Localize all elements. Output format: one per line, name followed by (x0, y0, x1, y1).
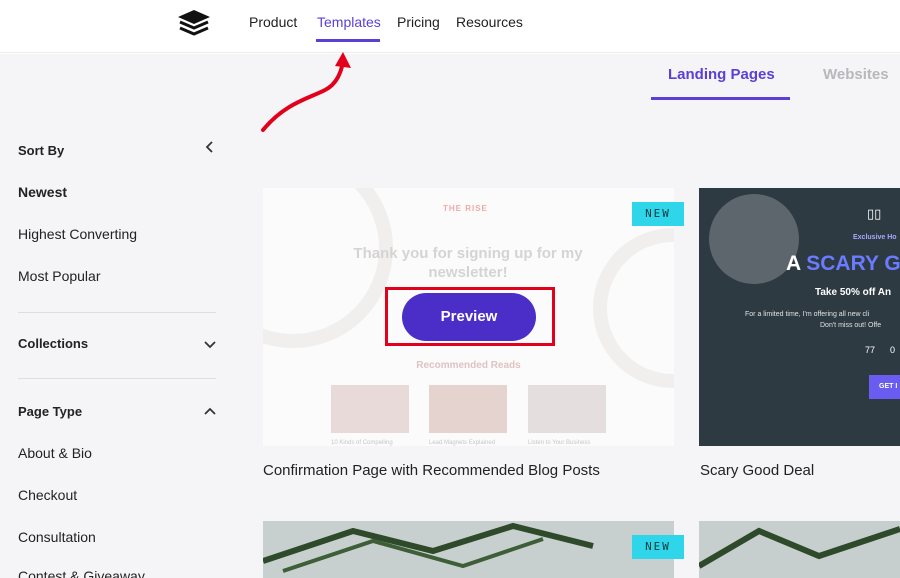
recommended-reads-label: Recommended Reads (416, 360, 521, 371)
chevron-up-icon[interactable] (203, 404, 217, 418)
sidebar-divider (18, 378, 216, 379)
sort-option-highest-converting[interactable]: Highest Converting (18, 226, 137, 242)
chevron-down-icon[interactable] (203, 337, 217, 351)
thumbnail-caption: Lead Magnets Explained (429, 440, 496, 446)
page-type-about-bio[interactable]: About & Bio (18, 445, 92, 461)
thumbnail (331, 385, 409, 433)
chevron-left-icon[interactable] (203, 140, 217, 154)
countdown-value: 0 (890, 345, 896, 355)
thumbnail (429, 385, 507, 433)
brand-logo: THE RISE (443, 204, 488, 213)
nav-active-indicator (316, 39, 380, 42)
template-card[interactable] (699, 521, 900, 578)
exclusive-label: Exclusive Ho (853, 234, 897, 241)
body-text: For a limited time, I'm offering all new… (745, 311, 882, 329)
thumbnail (528, 385, 606, 433)
sidebar-divider (18, 312, 216, 313)
annotation-arrow (261, 52, 351, 132)
sort-option-newest[interactable]: Newest (18, 184, 67, 200)
tab-websites[interactable]: Websites (823, 66, 889, 83)
new-badge: NEW (632, 535, 684, 559)
brand-logo: ▯▯ (867, 206, 882, 221)
nav-resources[interactable]: Resources (456, 14, 523, 30)
nav-product[interactable]: Product (249, 14, 297, 30)
page-type-checkout[interactable]: Checkout (18, 487, 77, 503)
collections-heading[interactable]: Collections (18, 336, 88, 351)
nav-templates[interactable]: Templates (317, 14, 381, 30)
card-heading: Thank you for signing up for my newslett… (353, 245, 583, 281)
pine-branch-image (699, 526, 900, 569)
card-title-scary-good-deal[interactable]: Scary Good Deal (700, 462, 814, 479)
card-headline: A SCARY G (786, 252, 900, 275)
top-nav: Product Templates Pricing Resources (0, 0, 900, 53)
template-card-scary-good-deal[interactable]: ▯▯ Exclusive Ho A SCARY G Take 50% off A… (699, 188, 900, 446)
page-type-heading[interactable]: Page Type (18, 404, 82, 419)
tab-landing-pages[interactable]: Landing Pages (668, 66, 775, 83)
new-badge: NEW (632, 202, 684, 226)
layers-icon[interactable] (176, 9, 212, 37)
thumbnail-caption: Listen to Your Business (528, 440, 591, 446)
nav-pricing[interactable]: Pricing (397, 14, 440, 30)
card-title-confirmation[interactable]: Confirmation Page with Recommended Blog … (263, 462, 600, 479)
offer-text: Take 50% off An (815, 287, 892, 298)
sort-option-most-popular[interactable]: Most Popular (18, 268, 100, 284)
thumbnail-caption: 10 Kinds of Compelling (331, 440, 393, 446)
page-type-consultation[interactable]: Consultation (18, 529, 96, 545)
countdown-value: 77 (865, 345, 876, 355)
annotation-highlight-box (385, 287, 555, 346)
sort-by-heading: Sort By (18, 143, 65, 158)
pine-branch-image (263, 522, 594, 573)
page-type-contest-giveaway[interactable]: Contest & Giveaway (18, 568, 145, 578)
template-card[interactable] (263, 521, 674, 578)
cta-button: GET I (869, 375, 900, 399)
